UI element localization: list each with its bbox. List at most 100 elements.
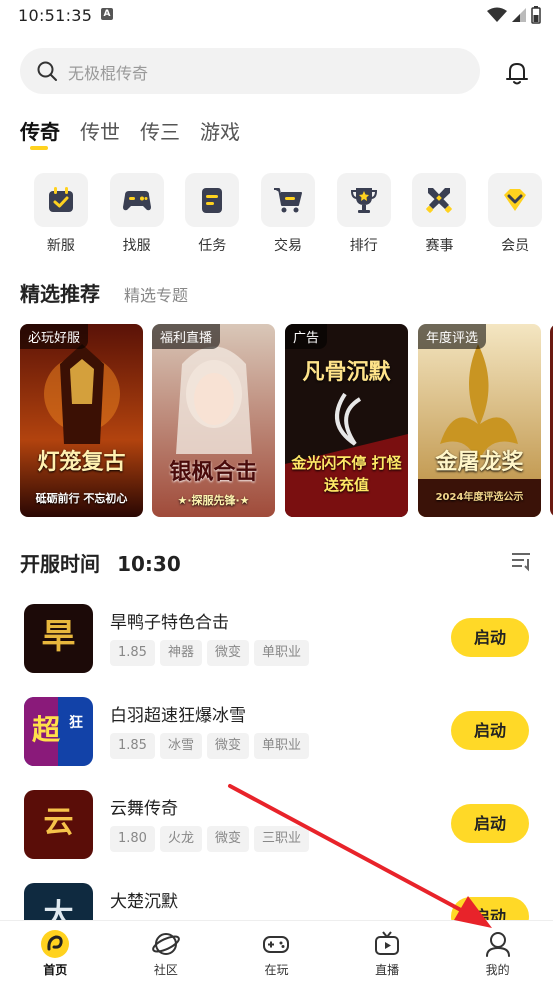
task-list-icon [202,188,223,213]
game-tag: 1.85 [110,640,155,666]
banner-title: 金屠龙奖 [435,450,524,475]
banner-carousel: 必玩好服 灯笼复古 砥砺前行 不忘初心 福利直播 银枫合击 ★·探服先锋·★ 广… [20,324,553,517]
quick-item-ranking[interactable]: 排行 [326,173,402,255]
tabbar-item-live[interactable]: 直播 [332,921,443,983]
tab-youxi[interactable]: 游戏 [200,116,240,152]
banner-subtitle: ★·探服先锋·★ [177,494,250,507]
signal-icon [512,8,526,22]
section-tab-topics[interactable]: 精选专题 [124,282,188,306]
tv-play-icon [375,931,400,955]
launch-button[interactable]: 启动 [451,618,529,657]
server-list-time: 10:30 [117,552,181,576]
quick-icon-box [185,173,240,227]
quick-label: 赛事 [425,238,454,254]
tabbar-item-community[interactable]: 社区 [111,921,222,983]
list-item[interactable]: 云 云舞传奇 1.80 火龙 微变 三职业 启动 [0,778,553,871]
list-item[interactable]: 旱 旱鸭子特色合击 1.85 神器 微变 单职业 启动 [0,592,553,685]
tabbar-label: 首页 [43,963,68,977]
search-placeholder: 无极棍传奇 [68,64,149,83]
game-tags: 1.80 火龙 微变 三职业 [110,826,314,852]
quick-item-find-server[interactable]: 找服 [99,173,175,255]
tab-chuanshi[interactable]: 传世 [80,116,120,152]
game-tag: 微变 [206,733,249,759]
tabbar-item-playing[interactable]: 在玩 [221,921,332,983]
list-item[interactable]: 超狂 白羽超速狂爆冰雪 1.85 冰雪 微变 单职业 启动 [0,685,553,778]
game-list: 旱 旱鸭子特色合击 1.85 神器 微变 单职业 启动 超狂 白羽超速狂爆冰雪 … [0,592,553,920]
list-item[interactable]: 大 大楚沉默 启动 [0,871,553,920]
quick-item-trade[interactable]: 交易 [250,173,326,255]
featured-header: 精选推荐 精选专题 [20,278,188,307]
quick-label: 会员 [501,238,530,254]
game-tag: 微变 [206,640,249,666]
game-tag: 单职业 [253,733,309,759]
banner-card[interactable]: 福利直播 银枫合击 ★·探服先锋·★ [152,324,275,517]
tab-chuanqi[interactable]: 传奇 [20,116,60,152]
svg-text:大: 大 [44,898,74,920]
search-input[interactable]: 无极棍传奇 [20,48,480,94]
banner-card[interactable]: 年度评选 金屠龙奖 2024年度评选公示 [418,324,541,517]
user-icon [485,932,510,957]
game-icon: 大 [24,883,93,920]
banner-tag: 年度评选 [418,324,487,349]
category-tabs: 传奇 传世 传三 游戏 [20,116,260,152]
bell-icon[interactable] [502,58,532,88]
launch-button[interactable]: 启动 [451,711,529,750]
quick-item-events[interactable]: 赛事 [402,173,478,255]
server-list-header: 开服时间 10:30 [20,548,532,576]
status-bar: 10:51:35 A [0,0,553,32]
game-name: 白羽超速狂爆冰雪 [110,706,246,726]
tabbar-item-me[interactable]: 我的 [442,921,553,983]
tab-chuansan[interactable]: 传三 [140,116,180,152]
gamepad-icon [122,191,151,211]
wifi-icon [487,7,507,22]
crossed-swords-icon [426,188,453,213]
game-icon: 超狂 [24,697,93,766]
banner-subtitle: 砥砺前行 不忘初心 [35,492,128,505]
game-name: 云舞传奇 [110,799,178,819]
game-tag: 1.80 [110,826,155,852]
game-tag: 火龙 [159,826,202,852]
quick-item-vip[interactable]: 会员 [477,173,553,255]
launch-button[interactable]: 启动 [451,804,529,843]
quick-icon-box [109,173,164,227]
quick-icon-box [261,173,316,227]
bottom-tab-bar: 首页 社区 在玩 直播 我的 [0,920,553,983]
tabbar-item-home[interactable]: 首页 [0,921,111,983]
game-tag: 微变 [206,826,249,852]
banner-card[interactable]: 广告 凡骨沉默 金光闪不停 打怪送充值 [285,324,408,517]
quick-label: 排行 [349,238,378,254]
banner-tag: 必玩好服 [20,324,89,349]
status-icons [487,6,541,24]
banner-subtitle: 2024年度评选公示 [435,492,524,503]
game-name: 旱鸭子特色合击 [110,613,229,633]
game-tags: 1.85 冰雪 微变 单职业 [110,733,314,759]
banner-tag: 福利直播 [152,324,221,349]
game-tag: 1.85 [110,733,155,759]
banner-card[interactable]: 必玩好服 灯笼复古 砥砺前行 不忘初心 [20,324,143,517]
quick-item-tasks[interactable]: 任务 [174,173,250,255]
tabbar-label: 我的 [485,963,510,977]
tabbar-label: 社区 [153,963,178,977]
quick-icon-box [33,173,88,227]
quick-item-new-server[interactable]: 新服 [23,173,99,255]
banner-title: 银枫合击 [169,460,258,485]
filter-list-icon[interactable] [510,550,532,572]
quick-access-grid: 新服 找服 任务 交易 排行 赛事 会员 [23,173,553,255]
banner-art-image [152,324,275,517]
quick-label: 任务 [198,238,227,254]
game-tags: 1.85 神器 微变 单职业 [110,640,314,666]
home-logo-icon [41,930,70,958]
tabbar-label: 在玩 [264,963,289,977]
section-title-featured[interactable]: 精选推荐 [20,278,100,307]
tabbar-label: 直播 [375,963,400,977]
quick-label: 找服 [122,238,151,254]
launch-button[interactable]: 启动 [451,897,529,920]
game-tag: 冰雪 [159,733,202,759]
quick-icon-box [412,173,467,227]
banner-title: 凡骨沉默 [302,360,391,385]
quick-label: 交易 [274,238,303,254]
game-tag: 三职业 [253,826,309,852]
search-row: 无极棍传奇 [0,48,553,94]
game-icon: 旱 [24,604,93,673]
vip-diamond-icon [504,189,527,211]
